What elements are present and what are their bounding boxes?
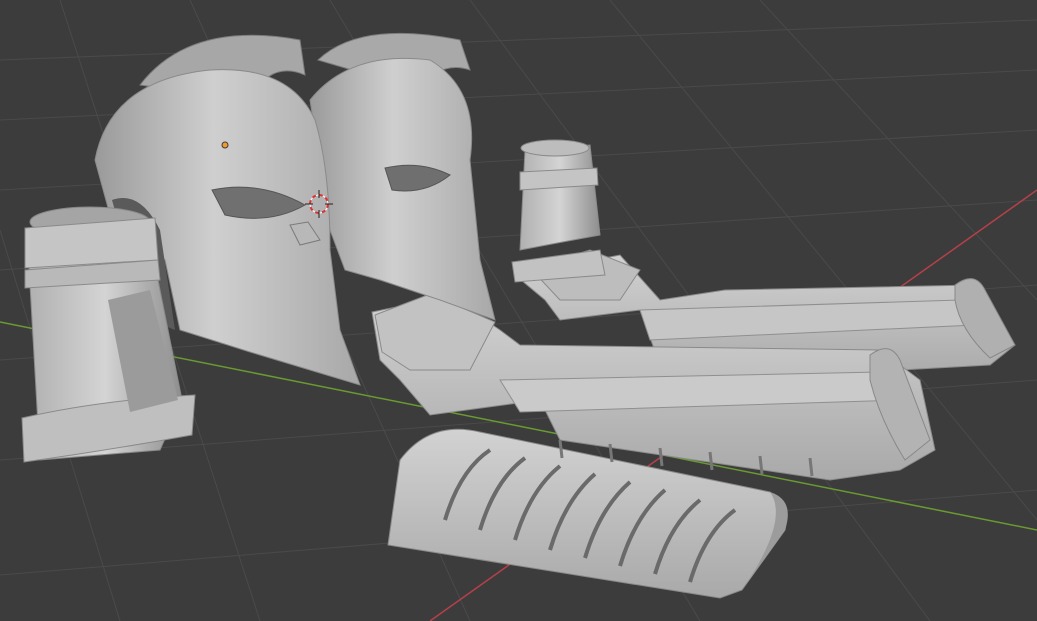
viewport-canvas[interactable] (0, 0, 1037, 621)
bracer-right[interactable] (511, 139, 606, 283)
3d-viewport[interactable] (0, 0, 1037, 621)
helmet-back[interactable] (309, 32, 496, 321)
object-origin-marker (221, 141, 229, 149)
